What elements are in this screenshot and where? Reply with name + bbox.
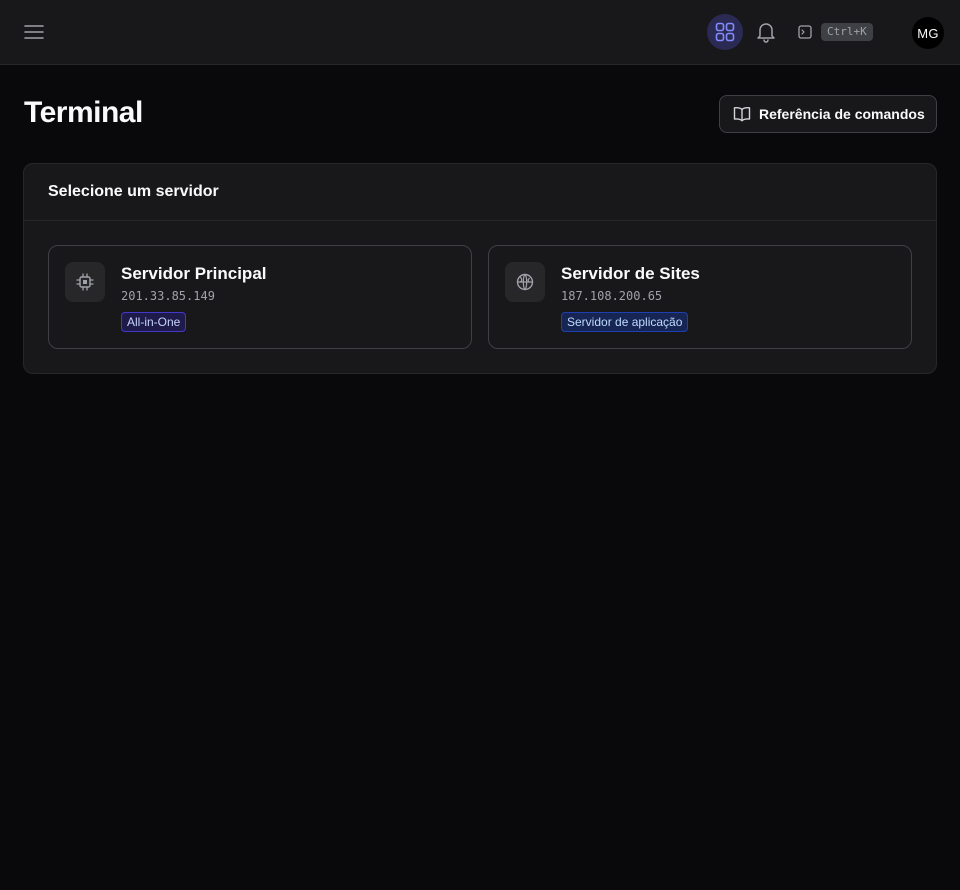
menu-button[interactable] bbox=[18, 16, 50, 48]
cpu-chip-icon bbox=[76, 273, 94, 291]
book-open-icon bbox=[733, 107, 751, 122]
command-reference-label: Referência de comandos bbox=[759, 106, 925, 122]
server-ip: 201.33.85.149 bbox=[121, 289, 215, 303]
panel-title: Selecione um servidor bbox=[24, 164, 936, 221]
server-card-principal[interactable]: Servidor Principal 201.33.85.149 All-in-… bbox=[48, 245, 472, 349]
server-card-sites[interactable]: Servidor de Sites 187.108.200.65 Servido… bbox=[488, 245, 912, 349]
shortcut-hint: Ctrl+K bbox=[821, 23, 873, 41]
server-ip: 187.108.200.65 bbox=[561, 289, 663, 303]
user-avatar[interactable]: MG bbox=[912, 17, 944, 49]
server-role-badge: All-in-One bbox=[121, 312, 187, 332]
command-reference-button[interactable]: Referência de comandos bbox=[719, 95, 937, 133]
server-name: Servidor de Sites bbox=[561, 264, 700, 283]
server-icon-box bbox=[65, 262, 105, 302]
top-bar: Ctrl+K MG bbox=[0, 0, 960, 65]
globe-icon bbox=[516, 273, 534, 291]
grid-icon bbox=[715, 22, 735, 42]
command-palette-button[interactable]: Ctrl+K bbox=[798, 20, 873, 44]
server-name: Servidor Principal bbox=[121, 264, 267, 283]
server-selection-panel: Selecione um servidor Servidor Principal… bbox=[23, 163, 937, 374]
apps-button[interactable] bbox=[707, 14, 743, 50]
terminal-icon bbox=[798, 25, 812, 39]
server-icon-box bbox=[505, 262, 545, 302]
bell-icon bbox=[757, 23, 775, 43]
hamburger-menu-icon bbox=[24, 25, 44, 39]
page-title: Terminal bbox=[24, 96, 143, 129]
notifications-button[interactable] bbox=[750, 16, 782, 48]
server-role-badge: Servidor de aplicação bbox=[561, 312, 689, 332]
